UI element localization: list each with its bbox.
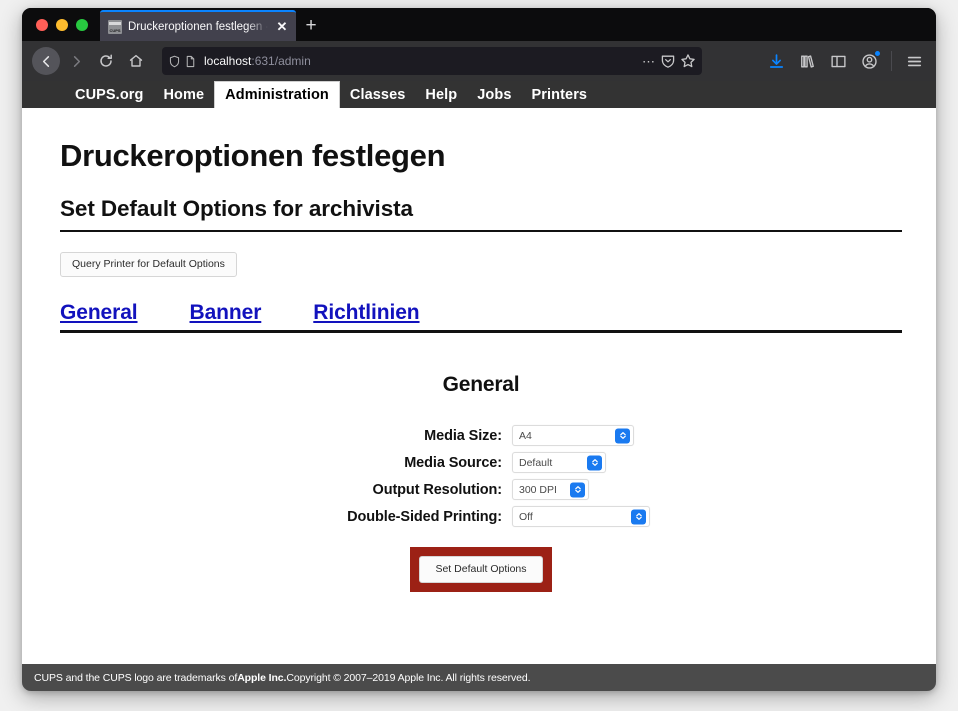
form-row-output-resolution: Output Resolution: 300 DPI: [60, 479, 902, 500]
cups-navigation-bar: CUPS.org Home Administration Classes Hel…: [22, 81, 936, 108]
browser-tab-active[interactable]: Druckeroptionen festlegen - CU ✕: [100, 10, 296, 41]
form-row-double-sided-printing: Double-Sided Printing: Off: [60, 506, 902, 527]
set-default-options-button[interactable]: Set Default Options: [419, 556, 543, 583]
select-double-sided-printing[interactable]: Off: [512, 506, 650, 527]
new-tab-button[interactable]: +: [296, 10, 326, 41]
library-button[interactable]: [793, 47, 821, 75]
cups-nav-item-administration[interactable]: Administration: [214, 81, 340, 108]
reload-button[interactable]: [92, 47, 120, 75]
label-media-size: Media Size:: [424, 427, 502, 444]
set-default-options-highlight: Set Default Options: [410, 547, 552, 592]
label-double-sided-printing: Double-Sided Printing:: [347, 508, 502, 525]
maximize-window-button[interactable]: [76, 18, 88, 31]
url-path: :631/admin: [251, 54, 311, 68]
minimize-window-button[interactable]: [56, 18, 68, 31]
printer-options-form: Media Size: A4 Media Source: Default Out…: [60, 425, 902, 527]
library-icon: [800, 54, 814, 68]
browser-window: Druckeroptionen festlegen - CU ✕ +: [22, 8, 936, 691]
select-output-resolution-value: 300 DPI: [519, 483, 557, 496]
url-bar[interactable]: localhost:631/admin ⋯: [162, 47, 702, 75]
page-content: Druckeroptionen festlegen Set Default Op…: [22, 108, 936, 592]
select-media-source-value: Default: [519, 456, 553, 469]
close-window-button[interactable]: [36, 18, 48, 31]
window-traffic-lights: [22, 8, 100, 41]
app-menu-button[interactable]: [900, 47, 928, 75]
close-tab-icon[interactable]: ✕: [274, 19, 290, 35]
browser-navigation-toolbar: localhost:631/admin ⋯: [22, 41, 936, 81]
cups-nav-item-cups-org[interactable]: CUPS.org: [65, 81, 153, 108]
chevron-updown-icon: [587, 455, 602, 470]
pocket-icon[interactable]: [660, 53, 676, 69]
forward-button[interactable]: [62, 47, 90, 75]
account-notification-badge: [874, 50, 881, 57]
url-action-buttons: ⋯: [642, 53, 696, 69]
account-button[interactable]: [855, 47, 883, 75]
cups-nav-item-classes[interactable]: Classes: [340, 81, 416, 108]
cups-nav-item-printers[interactable]: Printers: [522, 81, 598, 108]
option-tab-banner[interactable]: Banner: [190, 301, 262, 325]
sidebar-icon: [830, 55, 846, 67]
back-arrow-icon: [42, 55, 49, 67]
page-actions-ellipsis-icon[interactable]: ⋯: [642, 55, 656, 68]
option-tab-richtlinien[interactable]: Richtlinien: [313, 301, 419, 325]
back-button[interactable]: [32, 47, 60, 75]
select-output-resolution[interactable]: 300 DPI: [512, 479, 589, 500]
cups-footer: CUPS and the CUPS logo are trademarks of…: [22, 664, 936, 691]
reload-icon: [100, 54, 112, 67]
toolbar-right-group: [762, 47, 928, 75]
bookmark-star-icon[interactable]: [680, 53, 696, 69]
select-media-size-value: A4: [519, 429, 532, 442]
form-row-media-source: Media Source: Default: [60, 452, 902, 473]
chevron-updown-icon: [631, 509, 646, 524]
submit-row: Set Default Options: [60, 547, 902, 592]
download-icon: [769, 53, 783, 68]
page-title: Druckeroptionen festlegen: [60, 138, 446, 173]
select-media-size[interactable]: A4: [512, 425, 634, 446]
footer-text-after: Copyright © 2007–2019 Apple Inc. All rig…: [286, 671, 531, 684]
option-tab-general[interactable]: General: [60, 301, 138, 325]
form-row-media-size: Media Size: A4: [60, 425, 902, 446]
query-printer-button[interactable]: Query Printer for Default Options: [60, 252, 237, 277]
option-tabs: General Banner Richtlinien: [60, 301, 902, 333]
label-media-source: Media Source:: [404, 454, 502, 471]
hamburger-menu-icon: [907, 56, 921, 66]
home-icon: [129, 54, 143, 67]
option-group-title: General: [442, 373, 520, 396]
cups-nav-item-jobs[interactable]: Jobs: [467, 81, 521, 108]
chevron-updown-icon: [615, 428, 630, 443]
footer-text-before: CUPS and the CUPS logo are trademarks of: [34, 671, 238, 684]
tab-strip: Druckeroptionen festlegen - CU ✕ +: [22, 8, 936, 41]
forward-arrow-icon: [73, 55, 80, 67]
page-icon: [186, 55, 195, 67]
home-button[interactable]: [122, 47, 150, 75]
page-body: Druckeroptionen festlegen Set Default Op…: [22, 108, 936, 691]
url-host: localhost: [204, 54, 252, 68]
section-title: Set Default Options for archivista: [60, 196, 902, 232]
url-identity-box[interactable]: [168, 55, 202, 68]
footer-apple-inc: Apple Inc.: [237, 671, 287, 684]
label-output-resolution: Output Resolution:: [372, 481, 503, 498]
select-double-sided-printing-value: Off: [519, 510, 533, 523]
cups-nav-item-home[interactable]: Home: [153, 81, 214, 108]
select-media-source[interactable]: Default: [512, 452, 606, 473]
sidebar-button[interactable]: [824, 47, 852, 75]
tab-title: Druckeroptionen festlegen - CU: [128, 20, 268, 33]
chevron-updown-icon: [570, 482, 585, 497]
shield-icon: [169, 55, 180, 67]
cups-favicon-icon: [108, 19, 122, 34]
query-printer-row: Query Printer for Default Options: [60, 252, 902, 277]
downloads-button[interactable]: [762, 47, 790, 75]
url-text: localhost:631/admin: [204, 53, 640, 69]
toolbar-divider: [891, 51, 892, 71]
cups-nav-item-help[interactable]: Help: [415, 81, 467, 108]
